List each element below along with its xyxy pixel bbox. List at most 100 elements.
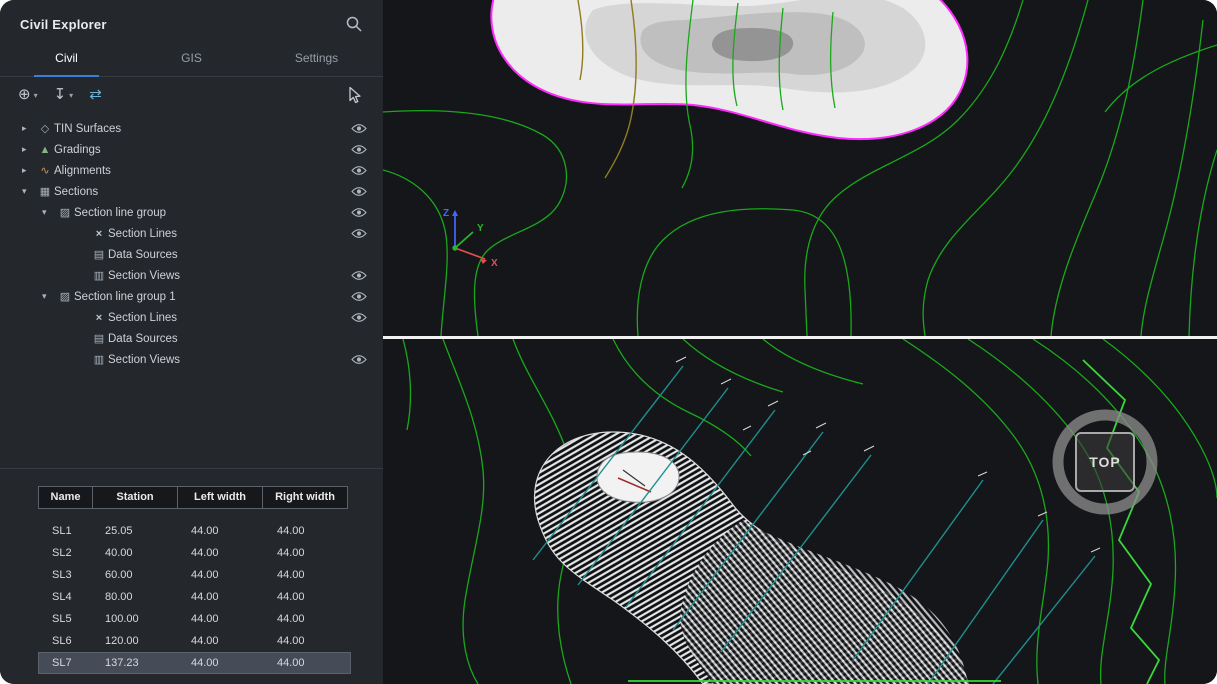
visibility-eye-icon[interactable] bbox=[351, 123, 367, 134]
cell-name: SL5 bbox=[38, 608, 93, 630]
cell-left-width: 44.00 bbox=[179, 542, 265, 564]
tab-label: GIS bbox=[181, 51, 202, 65]
table-row[interactable]: SL4 80.00 44.00 44.00 bbox=[38, 586, 351, 608]
cell-right-width: 44.00 bbox=[265, 652, 351, 674]
chevron-down-icon[interactable]: ▾ bbox=[34, 91, 38, 100]
toolbar-button[interactable]: ⇄ ▾ bbox=[89, 87, 109, 103]
panel-tabs: Civil GIS Settings bbox=[0, 42, 383, 77]
cell-right-width: 44.00 bbox=[265, 608, 351, 630]
tree-expander-icon[interactable] bbox=[22, 186, 36, 197]
search-icon[interactable] bbox=[345, 15, 363, 33]
tree-item[interactable]: Data Sources bbox=[0, 328, 383, 349]
column-header-right-width: Right width bbox=[262, 486, 348, 509]
tree-item-icon bbox=[90, 353, 108, 366]
tree-expander-icon[interactable] bbox=[22, 144, 36, 155]
civil-explorer-panel: Civil Explorer Civil GIS Settings bbox=[0, 0, 383, 684]
cell-name: SL6 bbox=[38, 630, 93, 652]
tree-item[interactable]: Section Lines bbox=[0, 223, 383, 244]
cell-name: SL1 bbox=[38, 520, 93, 542]
axis-label-z: Z bbox=[443, 208, 449, 219]
axis-label-y: Y bbox=[477, 223, 484, 234]
cell-left-width: 44.00 bbox=[179, 608, 265, 630]
tab[interactable]: Settings bbox=[254, 42, 379, 76]
tree-item[interactable]: Section Views bbox=[0, 265, 383, 286]
cell-station: 40.00 bbox=[93, 542, 179, 564]
tree-expander-icon[interactable] bbox=[42, 207, 56, 218]
cell-station: 25.05 bbox=[93, 520, 179, 542]
cell-station: 137.23 bbox=[93, 652, 179, 674]
column-header-name: Name bbox=[38, 486, 93, 509]
visibility-eye-icon[interactable] bbox=[351, 291, 367, 302]
tree-expander-icon[interactable] bbox=[22, 123, 36, 134]
cell-right-width: 44.00 bbox=[265, 586, 351, 608]
cell-name: SL4 bbox=[38, 586, 93, 608]
visibility-eye-icon[interactable] bbox=[351, 186, 367, 197]
tree-item-icon bbox=[36, 164, 54, 177]
tree-item[interactable]: TIN Surfaces bbox=[0, 118, 383, 139]
tree-item[interactable]: Section line group 1 bbox=[0, 286, 383, 307]
table-row[interactable]: SL7 137.23 44.00 44.00 bbox=[38, 652, 351, 674]
tree-item-label: Gradings bbox=[54, 144, 101, 156]
cell-station: 80.00 bbox=[93, 586, 179, 608]
cell-name: SL3 bbox=[38, 564, 93, 586]
tree-item[interactable]: Section line group bbox=[0, 202, 383, 223]
bottom-plan-view: TOP bbox=[403, 339, 1217, 684]
tree-item[interactable]: Section Lines bbox=[0, 307, 383, 328]
table-row[interactable]: SL2 40.00 44.00 44.00 bbox=[38, 542, 351, 564]
visibility-eye-icon[interactable] bbox=[351, 312, 367, 323]
tree-item-icon bbox=[36, 185, 54, 198]
select-cursor-icon[interactable] bbox=[345, 86, 363, 104]
column-header-station: Station bbox=[92, 486, 178, 509]
tree-item[interactable]: Sections bbox=[0, 181, 383, 202]
tree-item-label: Section line group 1 bbox=[74, 291, 176, 303]
table-row[interactable]: SL1 25.05 44.00 44.00 bbox=[38, 520, 351, 542]
tree-item-label: Data Sources bbox=[108, 249, 178, 261]
tree-item[interactable]: Alignments bbox=[0, 160, 383, 181]
visibility-eye-icon[interactable] bbox=[351, 144, 367, 155]
toolbar-button[interactable]: ⊕ ▾ bbox=[18, 87, 38, 103]
column-header-left-width: Left width bbox=[177, 486, 263, 509]
visibility-eye-icon[interactable] bbox=[351, 165, 367, 176]
cell-left-width: 44.00 bbox=[179, 630, 265, 652]
cell-right-width: 44.00 bbox=[265, 542, 351, 564]
section-lines-table: Name Station Left width Right width SL1 … bbox=[38, 486, 351, 674]
tree-expander-icon[interactable] bbox=[42, 291, 56, 302]
toolbar-button-icon: ↧ bbox=[54, 87, 67, 103]
visibility-eye-icon[interactable] bbox=[351, 228, 367, 239]
tree-expander-icon[interactable] bbox=[22, 165, 36, 176]
tree-item-label: Sections bbox=[54, 186, 98, 198]
tree-item[interactable]: Section Views bbox=[0, 349, 383, 370]
table-row[interactable]: SL5 100.00 44.00 44.00 bbox=[38, 608, 351, 630]
table-divider bbox=[0, 468, 383, 469]
visibility-eye-icon[interactable] bbox=[351, 270, 367, 281]
tree-item-label: Section Views bbox=[108, 354, 180, 366]
ucs-axis-icon: Z Y X bbox=[443, 208, 498, 269]
table-row[interactable]: SL3 60.00 44.00 44.00 bbox=[38, 564, 351, 586]
tree-item[interactable]: Gradings bbox=[0, 139, 383, 160]
cell-left-width: 44.00 bbox=[179, 586, 265, 608]
viewport-split-divider[interactable] bbox=[383, 336, 1217, 339]
tree-item-icon bbox=[36, 122, 54, 135]
visibility-eye-icon[interactable] bbox=[351, 207, 367, 218]
cell-name: SL2 bbox=[38, 542, 93, 564]
tree-item[interactable]: Data Sources bbox=[0, 244, 383, 265]
tab[interactable]: GIS bbox=[129, 42, 254, 76]
toolbar-button[interactable]: ↧ ▾ bbox=[54, 87, 74, 103]
cell-name: SL7 bbox=[38, 652, 93, 674]
viewcube-label: TOP bbox=[1089, 454, 1121, 470]
tree-item-label: Section Lines bbox=[108, 228, 177, 240]
panel-toolbar: ⊕ ▾ ↧ ▾ ⇄ ▾ bbox=[0, 77, 383, 111]
tin-surface-render bbox=[491, 0, 967, 139]
cell-left-width: 44.00 bbox=[179, 520, 265, 542]
chevron-down-icon[interactable]: ▾ bbox=[69, 91, 73, 100]
tree-item-label: Section line group bbox=[74, 207, 166, 219]
visibility-eye-icon[interactable] bbox=[351, 354, 367, 365]
tab-label: Settings bbox=[295, 51, 338, 65]
drawing-viewport[interactable]: Z Y X bbox=[383, 0, 1217, 684]
table-row[interactable]: SL6 120.00 44.00 44.00 bbox=[38, 630, 351, 652]
cell-station: 60.00 bbox=[93, 564, 179, 586]
tab[interactable]: Civil bbox=[4, 42, 129, 76]
axis-label-x: X bbox=[491, 258, 498, 269]
cell-right-width: 44.00 bbox=[265, 564, 351, 586]
cell-right-width: 44.00 bbox=[265, 520, 351, 542]
